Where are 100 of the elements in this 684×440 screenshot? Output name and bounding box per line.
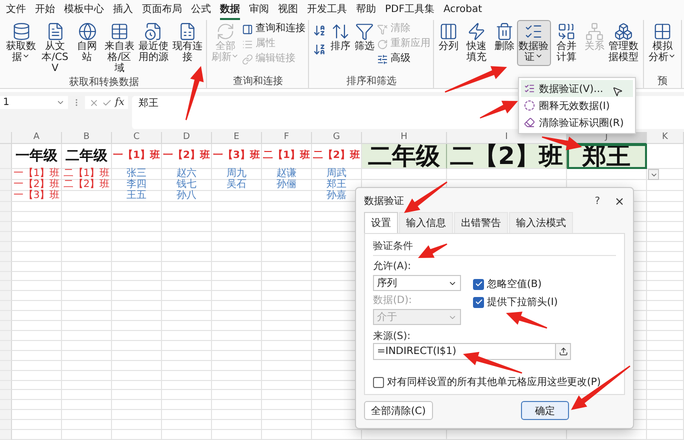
column-header[interactable]: B [62,132,112,144]
menu-tab[interactable]: PDF工具集 [385,4,434,20]
collapse-button[interactable] [555,343,571,360]
ribbon-button[interactable]: 最近使用的源 [136,20,170,66]
ribbon-button[interactable]: 数据验证 [516,20,551,66]
dialog-tab[interactable]: 出错警告 [454,212,508,233]
source-field[interactable]: =INDIRECT(I$1) [373,343,555,360]
row-header[interactable] [0,340,12,351]
row-header[interactable] [0,144,12,170]
ribbon-button[interactable]: 从文本/CSV [38,20,72,77]
menu-tab[interactable]: 文件 [6,4,26,20]
ribbon-button[interactable]: 删除 [492,20,517,55]
menu-tab[interactable]: 开发工具 [307,4,347,20]
row-header[interactable] [0,390,12,400]
cursor-icon [612,86,623,97]
row-header[interactable] [0,242,12,252]
dialog-button[interactable]: 确定 [521,401,569,420]
row-header[interactable] [0,410,12,420]
row-header[interactable] [0,301,12,312]
insert-function-button[interactable]: fx [115,97,124,108]
dropdown-button[interactable] [648,169,659,180]
ribbon-button[interactable]: 筛选 [352,20,376,55]
ribbon-button[interactable]: 来自表格/区域 [102,20,136,77]
column-header[interactable]: F [262,132,312,144]
row-header[interactable] [0,212,12,222]
column-header[interactable]: A [12,132,62,144]
select-all-corner[interactable] [0,132,12,144]
column-header[interactable]: K [647,132,684,144]
menu-tab[interactable]: 页面布局 [142,4,182,20]
menu-tab[interactable]: 插入 [113,4,133,20]
menu-tab[interactable]: 审阅 [249,4,269,20]
row-header[interactable] [0,330,12,341]
row-header[interactable] [0,360,12,371]
cancel-icon[interactable] [89,98,99,108]
ribbon-button[interactable]: 查询和连接 [241,22,306,36]
column-header[interactable]: C [112,132,162,144]
column-header[interactable]: D [162,132,212,144]
menu-tab[interactable]: 视图 [278,4,298,20]
ribbon-button[interactable]: 分列 [436,20,460,55]
row-header[interactable] [0,430,12,440]
row-header[interactable] [0,262,12,272]
row-header[interactable] [0,222,12,232]
column-header[interactable]: G [312,132,362,144]
menu-tab[interactable]: 公式 [191,4,211,20]
column-header[interactable]: H [362,132,447,144]
menu-tab[interactable]: Acrobat [443,4,482,20]
checkbox[interactable] [373,376,384,388]
row-header[interactable] [0,380,12,390]
row-header[interactable] [0,232,12,242]
menu-tab[interactable]: 帮助 [356,4,376,20]
menu-item[interactable]: 清除验证标识圈(R) [521,114,633,131]
upload-icon [558,347,568,356]
dialog-tab[interactable]: 输入信息 [399,212,453,233]
dialog-button[interactable]: 全部清除(C) [364,401,433,420]
table-cell: 二【2】班 [62,180,112,192]
row-header[interactable] [0,420,12,430]
dialog-tab[interactable]: 设置 [364,212,398,233]
ribbon-button[interactable]: 自网站 [72,20,102,66]
row-header[interactable] [0,400,12,410]
ribbon-button[interactable]: 合并计算 [550,20,583,66]
database-icon [12,22,30,41]
row-header[interactable] [0,169,12,180]
sort-descending-icon[interactable] [313,43,326,56]
row-header[interactable] [0,180,12,192]
row-header[interactable] [0,370,12,380]
ribbon-button[interactable]: 排序 [328,20,352,55]
close-icon[interactable] [614,196,625,206]
menu-tab[interactable]: 模板中心 [64,4,104,20]
check-icon[interactable] [102,98,112,108]
sort-ascending-icon[interactable] [313,24,326,37]
checkbox-label: 对有同样设置的所有其他单元格应用这些更改(P) [387,376,601,389]
ribbon-button[interactable]: 高级 [376,52,432,66]
row-header[interactable] [0,321,12,331]
row-header[interactable] [0,191,12,202]
row-header[interactable] [0,281,12,292]
row-header[interactable] [0,272,12,282]
help-button[interactable]: ? [594,196,600,206]
row-header[interactable] [0,291,12,302]
field-label: 数据(D): [373,294,412,307]
checkbox[interactable] [473,278,484,290]
menu-item[interactable]: 数据验证(V)... [521,80,633,97]
row-header[interactable] [0,252,12,262]
row-header[interactable] [0,202,12,212]
ribbon-button[interactable]: 管理数据模型 [606,20,641,66]
column-header[interactable]: E [212,132,262,144]
table-cell: 一【3】班 [12,191,62,202]
row-header[interactable] [0,311,12,322]
ribbon-button[interactable]: 现有连接 [170,20,204,66]
allow-select[interactable]: 序列 [373,275,461,291]
ribbon-button[interactable]: 模拟分析 [646,20,679,66]
table-cell: 吴石 [212,180,262,192]
ribbon-button[interactable]: 快速填充 [460,20,493,66]
menu-item[interactable]: 圈释无效数据(I) [521,97,633,114]
pointer-arrow [463,352,522,374]
row-header[interactable] [0,350,12,361]
checkbox[interactable] [473,296,484,308]
ribbon-button[interactable]: 获取数据 [4,20,38,66]
dialog-tab[interactable]: 输入法模式 [509,212,573,233]
menu-tab[interactable]: 开始 [35,4,55,20]
name-box[interactable]: 1 [0,96,68,109]
